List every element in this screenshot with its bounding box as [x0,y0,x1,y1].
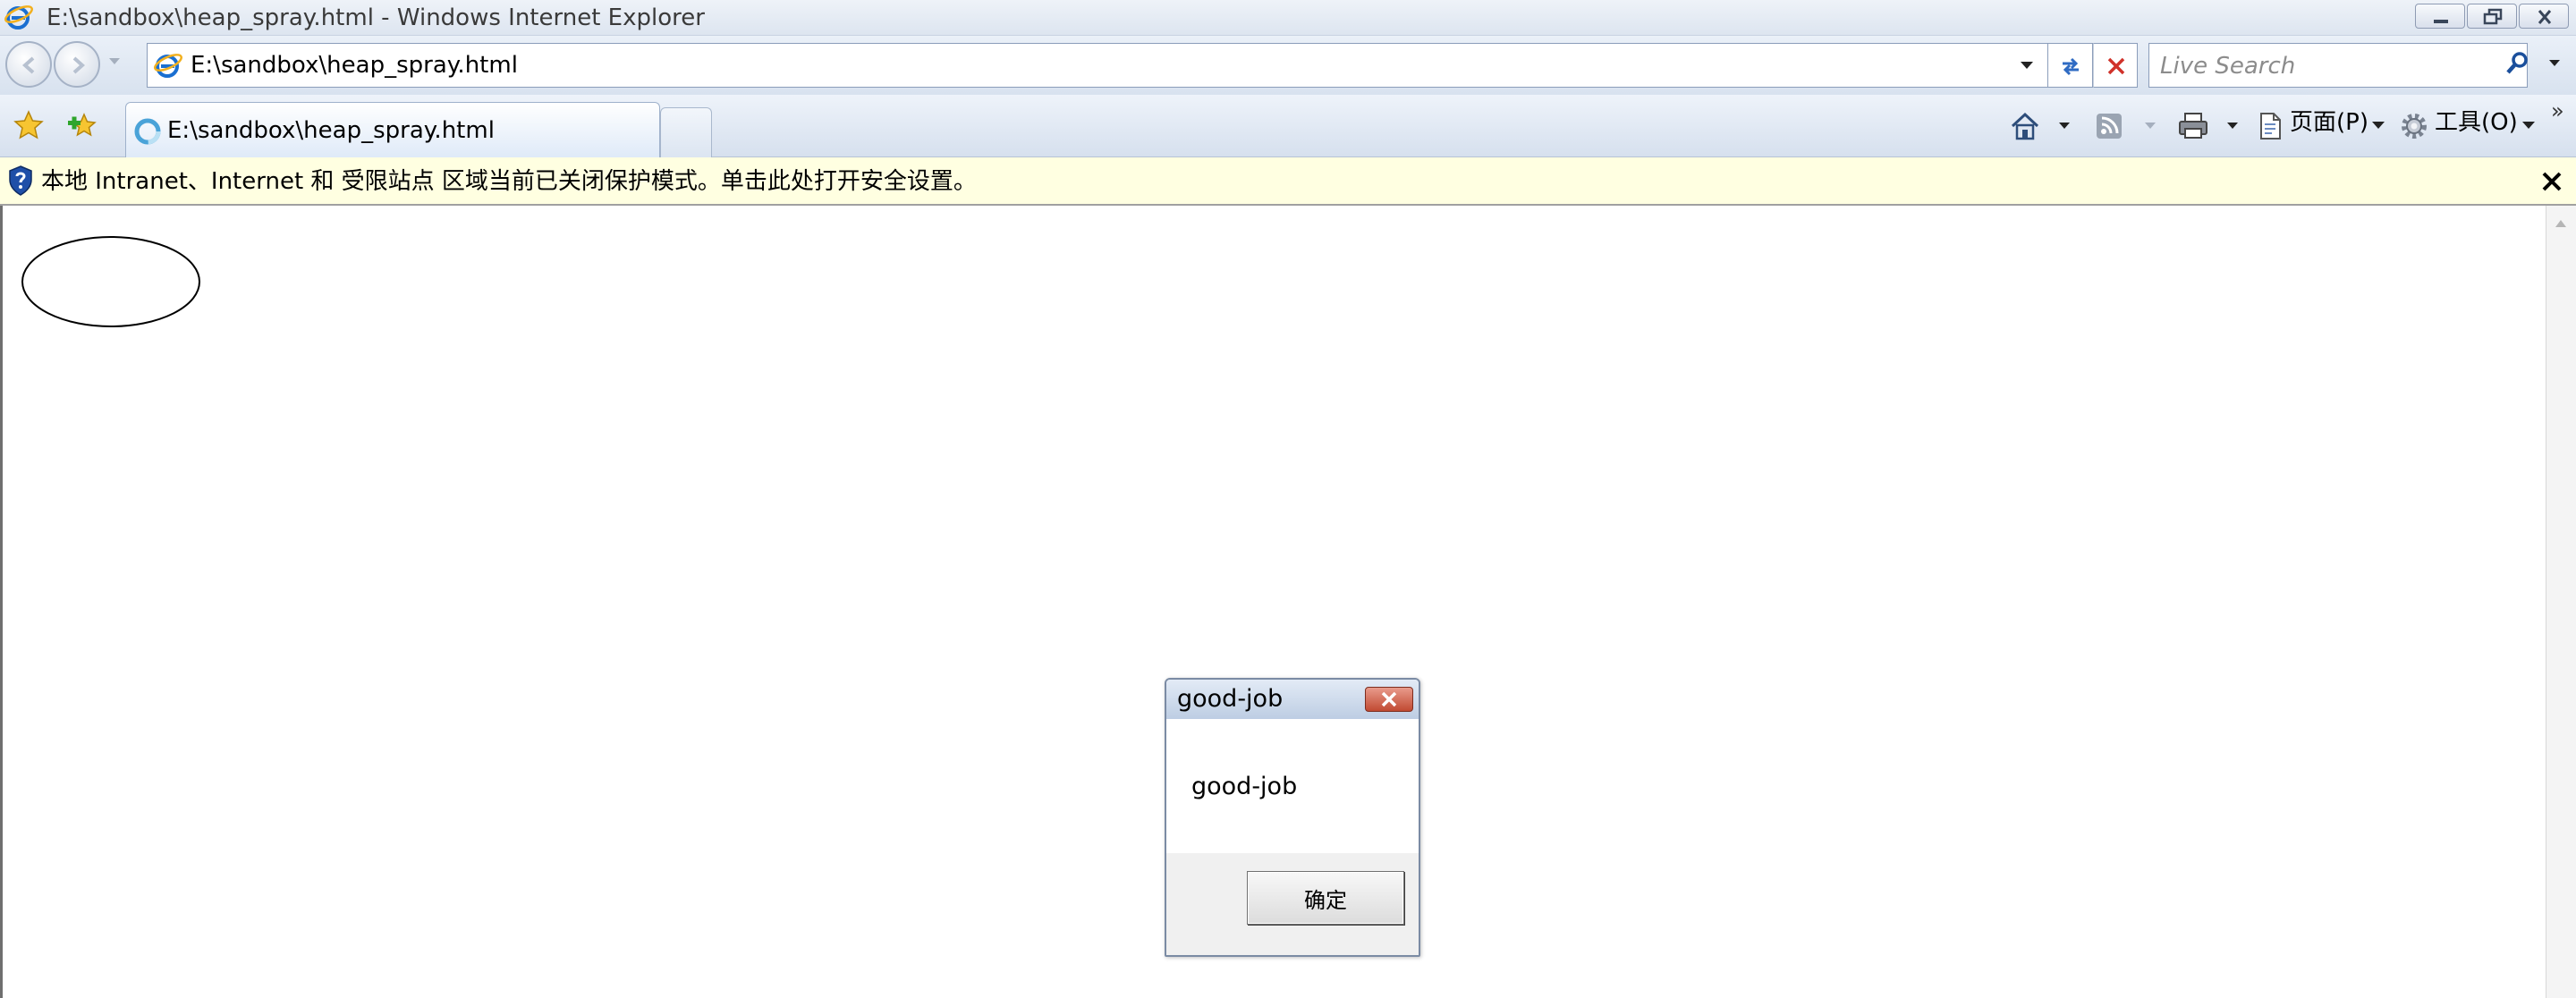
vertical-scrollbar[interactable] [2546,206,2576,998]
stop-icon [2107,57,2125,75]
close-icon[interactable] [2537,166,2567,197]
shield-icon [9,165,32,196]
tools-menu-button[interactable]: 工具(O) [2435,107,2518,138]
back-button[interactable] [5,41,52,88]
gear-icon[interactable] [2399,111,2429,141]
minimize-icon [2434,20,2448,23]
new-tab-button[interactable] [660,107,712,157]
page-icon [154,54,182,78]
address-text[interactable]: E:\sandbox\heap_spray.html [191,44,518,87]
dialog-body: good-job [1166,719,1419,853]
search-options-dropdown-icon[interactable] [2547,59,2562,68]
close-window-button[interactable] [2519,4,2569,29]
home-dropdown-icon[interactable] [2057,122,2072,131]
close-icon [1381,691,1397,707]
tab-label: E:\sandbox\heap_spray.html [167,117,495,144]
favorites-star-icon[interactable] [13,109,45,141]
dialog-footer: 确定 [1166,853,1419,955]
feeds-icon[interactable] [2095,111,2123,141]
back-arrow-icon [21,56,35,74]
address-bar[interactable]: E:\sandbox\heap_spray.html [147,43,2048,88]
alert-dialog: good-job good-job 确定 [1165,678,1420,957]
print-dropdown-icon[interactable] [2225,122,2240,131]
search-input[interactable] [2149,44,2493,89]
dialog-close-button[interactable] [1365,687,1413,712]
add-to-favorites-icon[interactable] [66,109,100,141]
search-box[interactable] [2148,43,2528,89]
feeds-dropdown-icon[interactable] [2143,122,2157,131]
tab-heap-spray[interactable]: E:\sandbox\heap_spray.html [125,102,660,157]
scroll-up-arrow-icon[interactable] [2554,218,2568,229]
stop-button[interactable] [2093,43,2138,88]
refresh-icon [2063,57,2079,76]
dialog-title-bar: good-job [1166,680,1419,719]
print-icon[interactable] [2177,111,2209,141]
page-menu-icon[interactable] [2256,111,2286,141]
refresh-button[interactable] [2048,43,2093,88]
tab-bar: E:\sandbox\heap_spray.html 页面(P) 工具(O) » [0,95,2576,157]
address-dropdown-icon[interactable] [2019,60,2035,71]
page-dropdown-icon[interactable] [2370,120,2386,131]
page-menu-button[interactable]: 页面(P) [2290,107,2368,138]
information-bar-text[interactable]: 本地 Intranet、Internet 和 受限站点 区域当前已关闭保护模式。… [41,157,977,206]
restore-button[interactable] [2467,4,2517,29]
ok-button[interactable]: 确定 [1247,871,1404,925]
internet-explorer-icon [4,5,33,30]
tools-dropdown-icon[interactable] [2521,120,2537,131]
ellipse-shape [21,236,200,327]
recent-pages-dropdown-icon[interactable] [107,57,122,66]
information-bar[interactable]: 本地 Intranet、Internet 和 受限站点 区域当前已关闭保护模式。… [0,157,2576,206]
search-icon[interactable] [2504,50,2531,77]
dialog-message: good-job [1191,773,1298,800]
forward-arrow-icon [72,56,86,74]
close-icon [2538,10,2552,24]
toolbar-overflow-chevron[interactable]: » [2551,98,2564,123]
window-title: E:\sandbox\heap_spray.html - Windows Int… [47,4,705,31]
forward-button[interactable] [54,41,100,88]
navigation-bar: E:\sandbox\heap_spray.html [0,36,2576,95]
home-icon[interactable] [2009,111,2041,141]
dialog-title: good-job [1177,685,1284,713]
loading-icon [134,118,161,145]
minimize-button[interactable] [2415,4,2465,29]
title-bar: E:\sandbox\heap_spray.html - Windows Int… [0,0,2576,36]
restore-icon [2483,8,2503,25]
